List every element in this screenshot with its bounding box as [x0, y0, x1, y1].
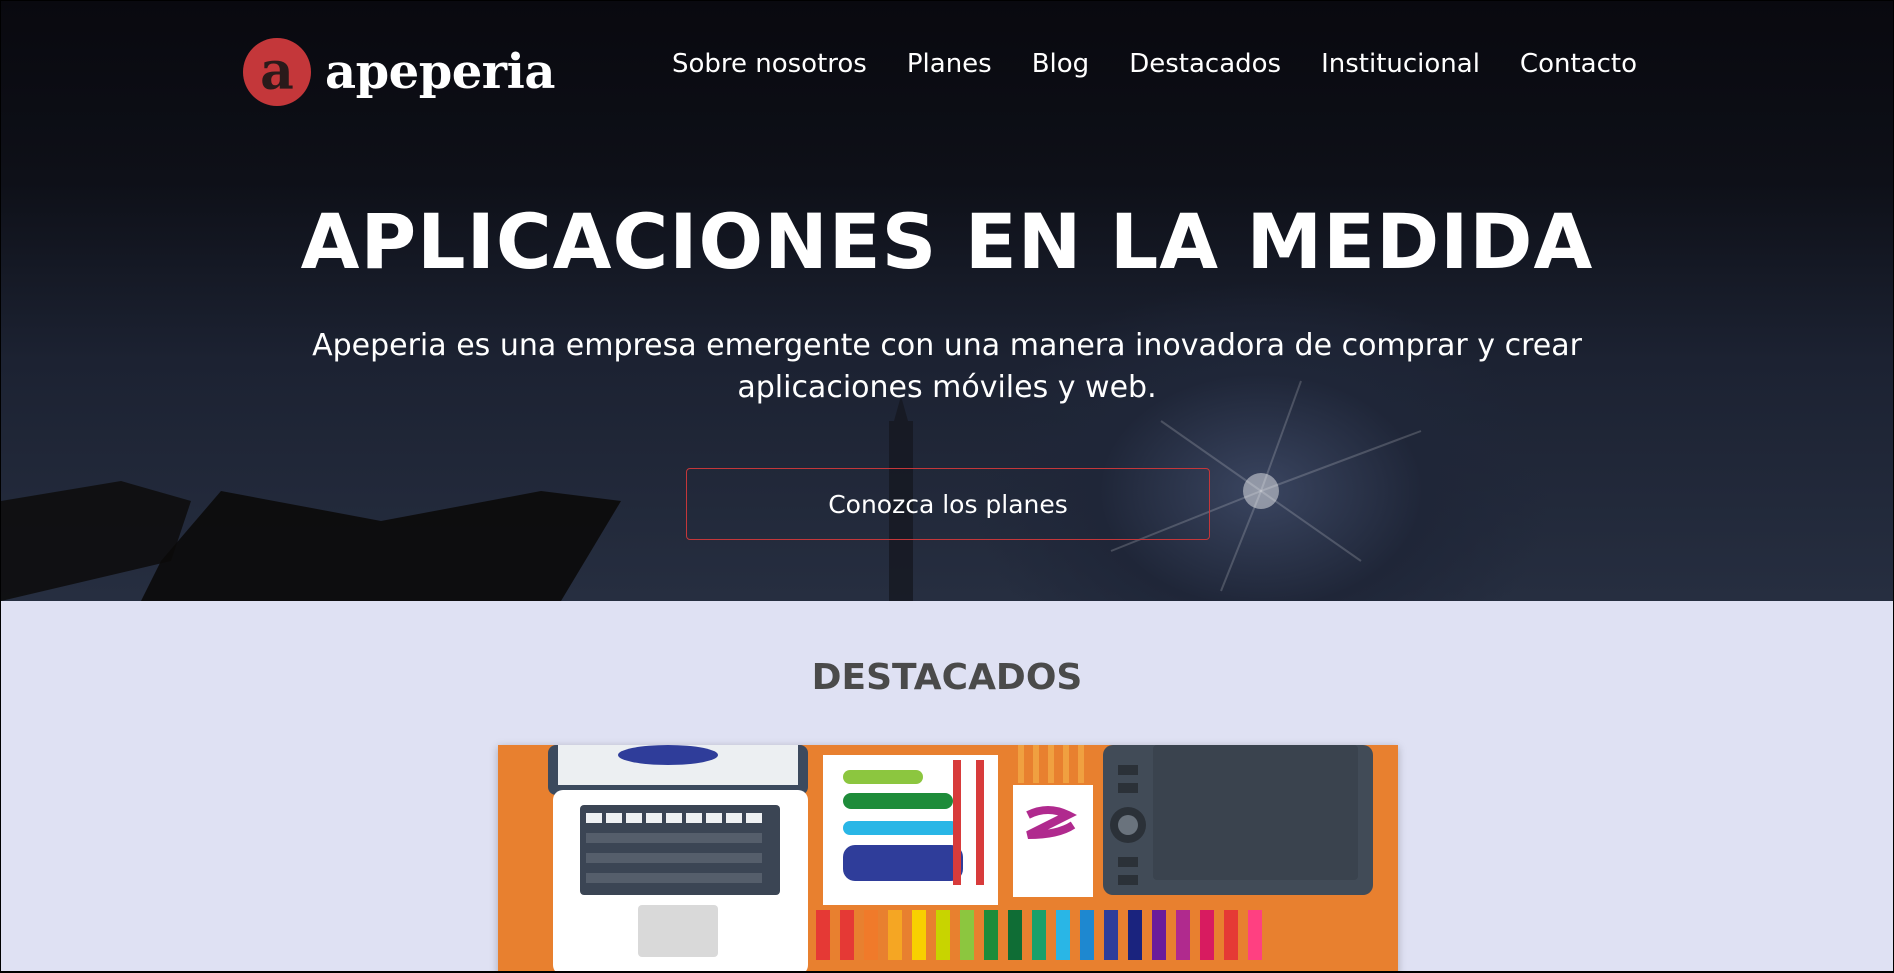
nav-item-contacto[interactable]: Contacto	[1520, 49, 1637, 79]
main-nav: Sobre nosotros Planes Blog Destacados In…	[672, 49, 1637, 79]
page: a apeperia Sobre nosotros Planes Blog De…	[1, 1, 1893, 971]
brand-logo[interactable]: a apeperia	[243, 37, 555, 107]
nav-item-sobre-nosotros[interactable]: Sobre nosotros	[672, 49, 867, 79]
hero-section: a apeperia Sobre nosotros Planes Blog De…	[1, 1, 1893, 601]
featured-section-title: DESTACADOS	[811, 657, 1083, 698]
hero-title: APLICACIONES EN LA MEDIDA	[300, 197, 1594, 286]
nav-item-blog[interactable]: Blog	[1032, 49, 1089, 79]
hero-subtitle: Apeperia es una empresa emergente con un…	[312, 328, 1582, 405]
nav-item-planes[interactable]: Planes	[907, 49, 992, 79]
nav-item-institucional[interactable]: Institucional	[1321, 49, 1480, 79]
view-plans-button[interactable]: Conozca los planes	[686, 468, 1210, 540]
featured-image[interactable]	[498, 745, 1398, 971]
logo-mark-icon: a	[243, 38, 311, 106]
nav-item-destacados[interactable]: Destacados	[1129, 49, 1281, 79]
art-supplies-illustration-icon	[548, 745, 1373, 971]
brand-name: apeperia	[325, 44, 555, 100]
